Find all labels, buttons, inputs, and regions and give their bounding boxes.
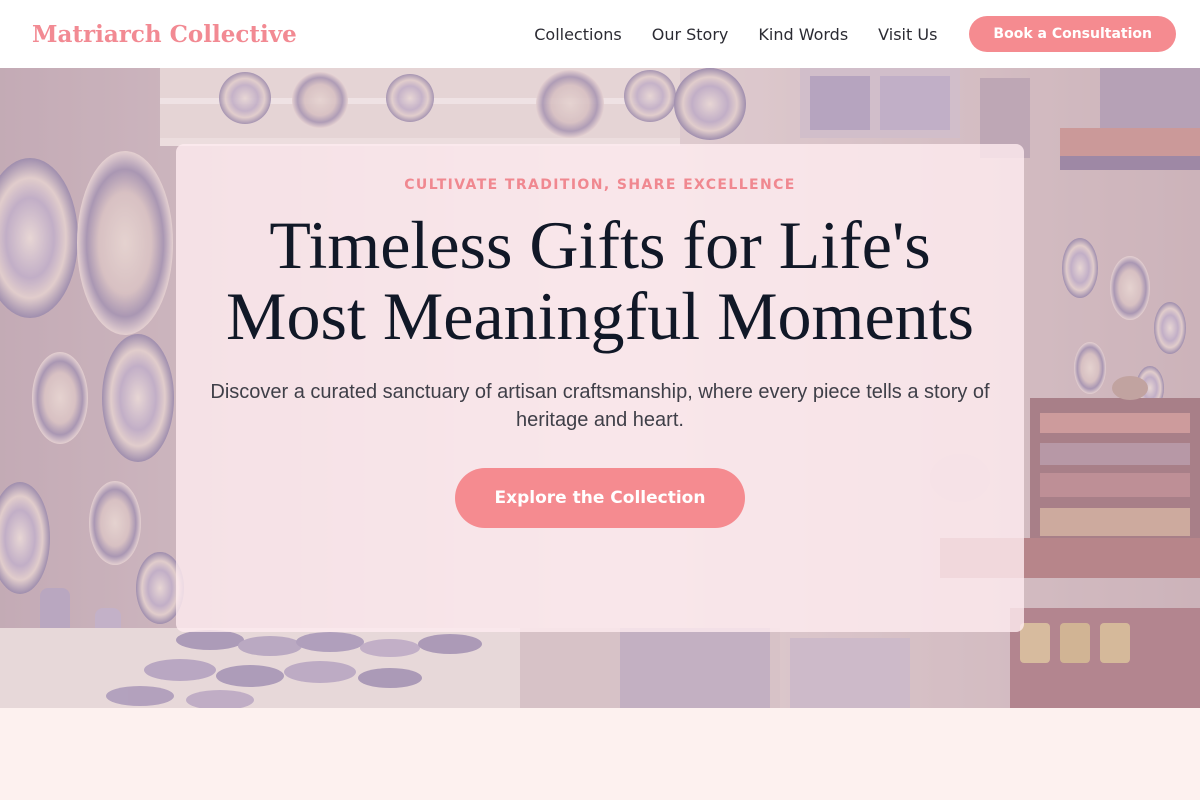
nav-link-collections[interactable]: Collections (534, 25, 621, 44)
book-consultation-button[interactable]: Book a Consultation (969, 16, 1176, 52)
brand-logo[interactable]: Matriarch Collective (32, 21, 297, 48)
hero-eyebrow: CULTIVATE TRADITION, SHARE EXCELLENCE (404, 177, 796, 193)
nav-link-our-story[interactable]: Our Story (652, 25, 729, 44)
explore-collection-button[interactable]: Explore the Collection (454, 468, 746, 528)
site-header: Matriarch Collective Collections Our Sto… (0, 0, 1200, 68)
hero-subtitle: Discover a curated sanctuary of artisan … (210, 381, 990, 431)
hero-title: Timeless Gifts for Life's Most Meaningfu… (226, 207, 974, 354)
next-section (0, 708, 1200, 800)
main-nav: Collections Our Story Kind Words Visit U… (534, 25, 937, 44)
hero-card: CULTIVATE TRADITION, SHARE EXCELLENCE Ti… (176, 144, 1024, 632)
nav-link-visit-us[interactable]: Visit Us (878, 25, 937, 44)
nav-link-kind-words[interactable]: Kind Words (758, 25, 848, 44)
hero-section: CULTIVATE TRADITION, SHARE EXCELLENCE Ti… (0, 68, 1200, 708)
